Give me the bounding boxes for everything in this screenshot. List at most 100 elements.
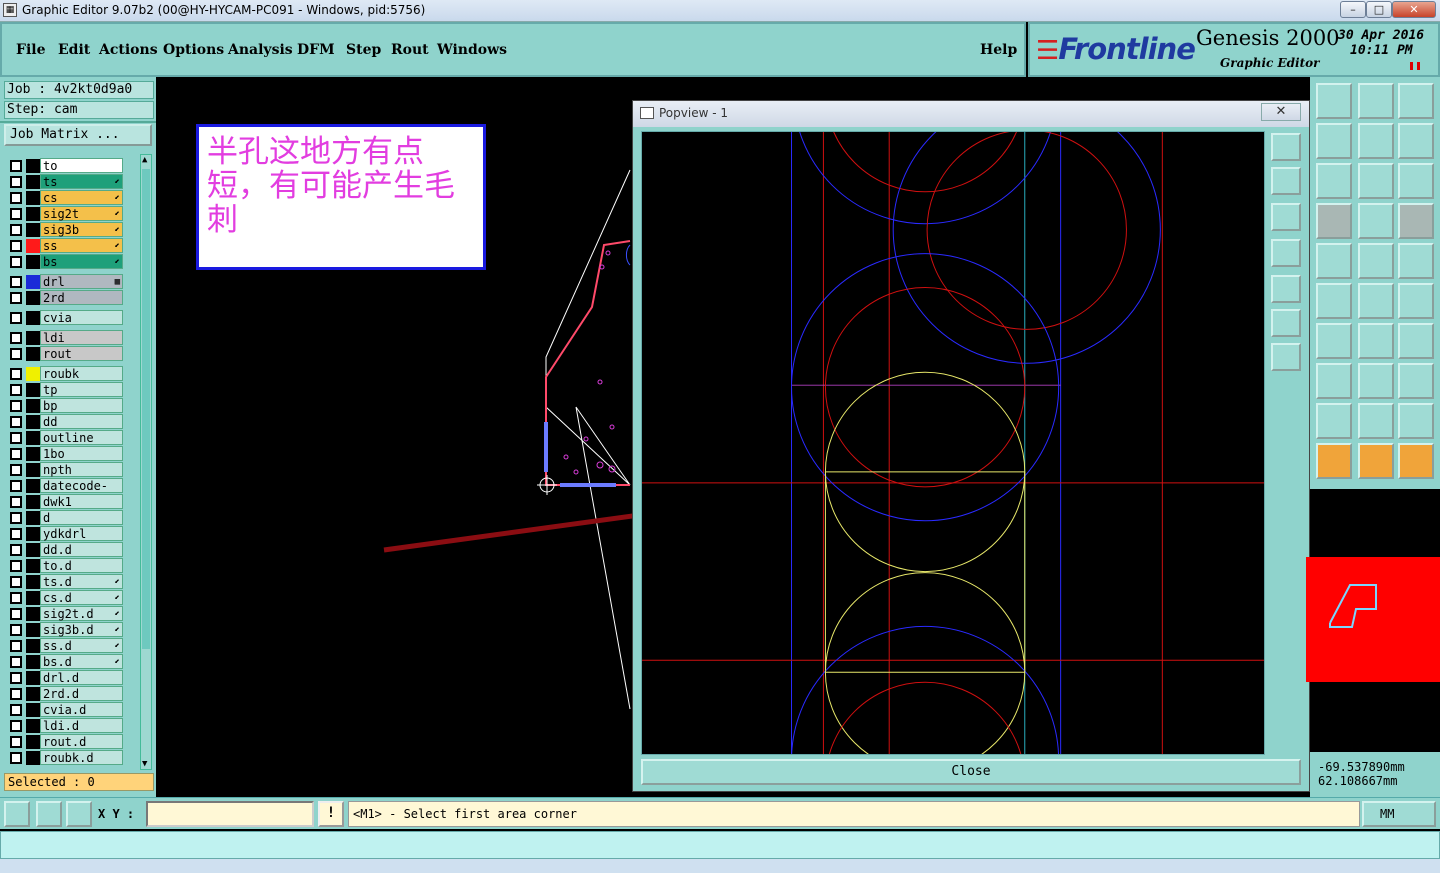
layer-checkbox[interactable] xyxy=(10,704,22,716)
layer-checkbox[interactable] xyxy=(10,240,22,252)
layer-color-swatch[interactable] xyxy=(26,543,40,557)
layer-checkbox[interactable] xyxy=(10,332,22,344)
layer-name[interactable]: 1bo xyxy=(40,446,123,461)
layer-name[interactable]: ts ⬋ xyxy=(40,174,123,189)
pop-tool-fit-icon[interactable] xyxy=(1271,309,1301,337)
popview-canvas[interactable] xyxy=(641,131,1265,755)
layer-name[interactable]: ss.d ⬋ xyxy=(40,638,123,653)
tool-measure-icon[interactable] xyxy=(1316,363,1352,399)
pop-tool-zoom-icon[interactable] xyxy=(1271,133,1301,161)
tool-measure-alt-icon[interactable] xyxy=(1358,363,1394,399)
layer-checkbox[interactable] xyxy=(10,160,22,172)
layer-list-scrollbar[interactable]: ▲ ▼ xyxy=(140,154,152,770)
layer-color-swatch[interactable] xyxy=(26,175,40,189)
snap-grid-icon[interactable] xyxy=(66,801,92,827)
layer-color-swatch[interactable] xyxy=(26,479,40,493)
layer-checkbox[interactable] xyxy=(10,720,22,732)
layer-name[interactable]: roubk xyxy=(40,366,123,381)
layer-checkbox[interactable] xyxy=(10,448,22,460)
layer-checkbox[interactable] xyxy=(10,348,22,360)
layer-checkbox[interactable] xyxy=(10,688,22,700)
layer-name[interactable]: cvia xyxy=(40,310,123,325)
menu-windows[interactable]: Windows xyxy=(437,42,507,58)
layer-row-ts.d[interactable]: ts.d ⬋ xyxy=(4,574,140,590)
layer-name[interactable]: cs.d ⬋ xyxy=(40,590,123,605)
layer-color-swatch[interactable] xyxy=(26,655,40,669)
scroll-thumb[interactable] xyxy=(142,169,150,649)
tool-help-icon[interactable] xyxy=(1398,163,1434,199)
layer-checkbox[interactable] xyxy=(10,400,22,412)
layer-row-roubk[interactable]: roubk xyxy=(4,366,140,382)
layer-color-swatch[interactable] xyxy=(26,703,40,717)
tool-line-icon[interactable] xyxy=(1358,283,1394,319)
layer-color-swatch[interactable] xyxy=(26,207,40,221)
layer-row-dd[interactable]: dd xyxy=(4,414,140,430)
layer-checkbox[interactable] xyxy=(10,192,22,204)
tool-triangle-alt-icon[interactable] xyxy=(1358,403,1394,439)
layer-row-drl[interactable]: drl ▦ xyxy=(4,274,140,290)
scroll-up-icon[interactable]: ▲ xyxy=(142,155,147,165)
layer-row-ldi.d[interactable]: ldi.d xyxy=(4,718,140,734)
layer-color-swatch[interactable] xyxy=(26,159,40,173)
layer-row-d[interactable]: d xyxy=(4,510,140,526)
layer-name[interactable]: bp xyxy=(40,398,123,413)
layer-color-swatch[interactable] xyxy=(26,223,40,237)
menu-step[interactable]: Step xyxy=(346,42,381,58)
layer-row-bp[interactable]: bp xyxy=(4,398,140,414)
job-matrix-button[interactable]: Job Matrix ... xyxy=(4,124,152,146)
menu-options[interactable]: Options xyxy=(163,42,224,58)
xy-input[interactable] xyxy=(146,801,314,827)
layer-name[interactable]: ldi.d xyxy=(40,718,123,733)
tool-step-icon[interactable] xyxy=(1398,123,1434,159)
layer-color-swatch[interactable] xyxy=(26,399,40,413)
layer-row-cs.d[interactable]: cs.d ⬋ xyxy=(4,590,140,606)
layer-color-swatch[interactable] xyxy=(26,191,40,205)
tool-home-icon[interactable] xyxy=(1358,83,1394,119)
layer-color-swatch[interactable] xyxy=(26,719,40,733)
layer-color-swatch[interactable] xyxy=(26,623,40,637)
layer-checkbox[interactable] xyxy=(10,592,22,604)
popview-close-button[interactable]: Close xyxy=(641,759,1301,785)
layer-color-swatch[interactable] xyxy=(26,447,40,461)
tool-snap-icon[interactable] xyxy=(1358,123,1394,159)
units-select[interactable]: MM xyxy=(1362,801,1436,827)
layer-checkbox[interactable] xyxy=(10,672,22,684)
layer-checkbox[interactable] xyxy=(10,432,22,444)
layer-name[interactable]: sig2t.d ⬋ xyxy=(40,606,123,621)
layer-color-swatch[interactable] xyxy=(26,511,40,525)
layer-name[interactable]: 2rd.d xyxy=(40,686,123,701)
tool-layers-icon[interactable] xyxy=(1358,203,1394,239)
tool-select-icon[interactable] xyxy=(1316,443,1352,479)
tool-window-icon[interactable] xyxy=(1398,83,1434,119)
layer-name[interactable]: rout xyxy=(40,346,123,361)
layer-checkbox[interactable] xyxy=(10,560,22,572)
layer-name[interactable]: dd.d xyxy=(40,542,123,557)
tool-select-alt-icon[interactable] xyxy=(1358,443,1394,479)
layer-checkbox[interactable] xyxy=(10,208,22,220)
layer-name[interactable]: tp xyxy=(40,382,123,397)
layer-color-swatch[interactable] xyxy=(26,527,40,541)
layer-color-swatch[interactable] xyxy=(26,671,40,685)
layer-name[interactable]: cvia.d xyxy=(40,702,123,717)
tool-route-icon[interactable] xyxy=(1398,443,1434,479)
layer-color-swatch[interactable] xyxy=(26,591,40,605)
pop-tool-home-icon[interactable] xyxy=(1271,167,1301,195)
layer-row-2rd.d[interactable]: 2rd.d xyxy=(4,686,140,702)
layer-checkbox[interactable] xyxy=(10,292,22,304)
menu-help[interactable]: Help xyxy=(980,42,1017,58)
layer-name[interactable]: roubk.d xyxy=(40,750,123,765)
pop-tool-right-icon[interactable] xyxy=(1271,275,1301,303)
layer-row-tp[interactable]: tp xyxy=(4,382,140,398)
mini-preview[interactable] xyxy=(1306,557,1440,682)
layer-checkbox[interactable] xyxy=(10,528,22,540)
layer-name[interactable]: cs ⬋ xyxy=(40,190,123,205)
layer-name[interactable]: drl.d xyxy=(40,670,123,685)
layer-checkbox[interactable] xyxy=(10,736,22,748)
layer-checkbox[interactable] xyxy=(10,624,22,636)
layer-name[interactable]: ts.d ⬋ xyxy=(40,574,123,589)
layer-row-bs.d[interactable]: bs.d ⬋ xyxy=(4,654,140,670)
tool-line-alt-icon[interactable] xyxy=(1398,283,1434,319)
layer-name[interactable]: sig3b.d ⬋ xyxy=(40,622,123,637)
layer-name[interactable]: dwk1 xyxy=(40,494,123,509)
layer-row-outline[interactable]: outline xyxy=(4,430,140,446)
